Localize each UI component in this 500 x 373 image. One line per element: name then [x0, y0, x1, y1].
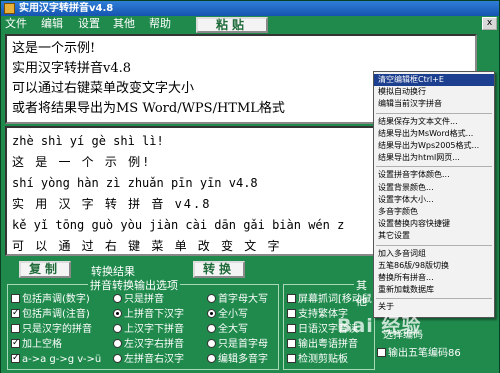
layout-label: 左汉字右拼音 — [124, 339, 184, 350]
case-option[interactable]: 编辑多音字 — [207, 353, 268, 367]
other-option[interactable]: 屏幕抓词[移动鼠 — [287, 293, 372, 307]
other-label: 检测剪贴板 — [298, 354, 348, 365]
layout-label: 只是拼音 — [124, 294, 164, 305]
context-menu-item[interactable]: 多音字颜色 — [374, 206, 494, 218]
layout-option[interactable]: 左汉字右拼音 — [113, 338, 184, 352]
convert-button[interactable]: 转换 — [193, 261, 245, 278]
pinyin-format-label: 只是汉字的拼音 — [22, 324, 92, 335]
checkbox[interactable] — [377, 348, 386, 357]
context-menu-item[interactable]: 模拟自动换行 — [374, 86, 494, 98]
other-label: 输出粤语拼音 — [298, 339, 358, 350]
menu-separator — [376, 298, 492, 300]
title-bar[interactable]: 实用汉字转拼音v4.8 — [1, 1, 499, 16]
radio-button[interactable] — [113, 324, 122, 333]
copy-button[interactable]: 复制 — [19, 261, 71, 278]
pinyin-format-label: a->a g->g v->ü — [22, 354, 102, 365]
radio-button[interactable] — [113, 294, 122, 303]
context-menu: 清空编辑框Ctrl+E 模拟自动换行 编辑当前汉字拼音 结果保存为文本文件... 结果导… — [373, 71, 495, 318]
wubi86-option[interactable]: 输出五笔编码86 — [377, 347, 461, 361]
pinyin-format-option[interactable]: 包括声调(数字) — [11, 293, 90, 307]
pinyin-format-label: 加上空格 — [22, 339, 62, 350]
case-option[interactable]: 只是首字母 — [207, 338, 268, 352]
output-options-title: 拼音转换输出选项 — [88, 277, 180, 293]
context-menu-item[interactable]: 替换所有拼音... — [374, 272, 494, 284]
radio-button[interactable] — [207, 339, 216, 348]
pinyin-format-option[interactable]: 包括声调(注音) — [11, 306, 90, 322]
other-label: 屏幕抓词[移动鼠 — [298, 294, 372, 305]
paste-button[interactable]: 粘贴 — [196, 17, 268, 33]
layout-option[interactable]: 只是拼音 — [113, 293, 164, 307]
checkbox[interactable] — [287, 339, 296, 348]
wubi86-label: 输出五笔编码86 — [388, 348, 461, 359]
context-menu-item[interactable]: 设置拼音字体颜色... — [374, 169, 494, 181]
layout-label: 左拼音右汉字 — [124, 354, 184, 365]
layout-option[interactable]: 上拼音下汉字 — [113, 308, 184, 322]
context-menu-item[interactable]: 设置替换内容快捷键 — [374, 218, 494, 230]
context-menu-item[interactable]: 设置背景颜色... — [374, 182, 494, 194]
layout-label: 上汉字下拼音 — [124, 324, 184, 335]
menu-other[interactable]: 其他 — [113, 16, 135, 31]
context-menu-item[interactable]: 结果导出为MsWord格式... — [374, 128, 494, 140]
checkbox[interactable] — [11, 336, 20, 350]
app-icon — [4, 3, 15, 14]
case-option[interactable]: 首字母大写 — [207, 293, 268, 307]
checkbox[interactable] — [287, 354, 296, 363]
menu-separator — [376, 244, 492, 246]
context-menu-item[interactable]: 重新加载数据库 — [374, 284, 494, 296]
context-menu-item[interactable]: 结果保存为文本文件... — [374, 116, 494, 128]
radio-button[interactable] — [113, 309, 122, 318]
menu-separator — [376, 166, 492, 168]
case-label: 首字母大写 — [218, 294, 268, 305]
case-option[interactable]: 全小写 — [207, 308, 248, 322]
radio-button[interactable] — [207, 294, 216, 303]
checkbox[interactable] — [11, 351, 20, 365]
menu-separator — [376, 112, 492, 114]
context-menu-item[interactable]: 编辑当前汉字拼音 — [374, 98, 494, 110]
radio-button[interactable] — [207, 309, 216, 318]
checkbox[interactable] — [287, 309, 296, 318]
window-title: 实用汉字转拼音v4.8 — [19, 3, 114, 14]
other-option[interactable]: 输出粤语拼音 — [287, 338, 358, 352]
pinyin-format-label: 包括声调(数字) — [22, 294, 90, 305]
checkbox[interactable] — [287, 294, 296, 303]
radio-button[interactable] — [113, 354, 122, 363]
menu-settings[interactable]: 设置 — [78, 16, 100, 31]
context-menu-item[interactable]: 五笔86版/98版切换 — [374, 260, 494, 272]
context-menu-item[interactable]: 结果导出为Wps2005格式... — [374, 140, 494, 152]
context-menu-item[interactable]: 加入多音词组 — [374, 248, 494, 260]
pinyin-format-option[interactable]: a->a g->g v->ü — [11, 351, 102, 367]
context-menu-item[interactable]: 结果导出为html网页... — [374, 152, 494, 164]
case-label: 编辑多音字 — [218, 354, 268, 365]
input-line: 这是一个示例! — [12, 41, 96, 56]
context-menu-item[interactable]: 清空编辑框Ctrl+E — [374, 74, 494, 86]
radio-button[interactable] — [207, 324, 216, 333]
app-window: 实用汉字转拼音v4.8 文件 编辑 设置 其他 帮助 粘贴 x 这是一个示例! … — [0, 0, 500, 373]
other-option[interactable]: 检测剪贴板 — [287, 353, 348, 367]
pinyin-format-label: 包括声调(注音) — [22, 309, 90, 320]
context-menu-item[interactable]: 设置字体大小... — [374, 194, 494, 206]
checkbox[interactable] — [11, 324, 20, 333]
radio-button[interactable] — [207, 354, 216, 363]
case-label: 全大写 — [218, 324, 248, 335]
layout-option[interactable]: 上汉字下拼音 — [113, 323, 184, 337]
pinyin-format-option[interactable]: 加上空格 — [11, 336, 62, 352]
checkbox[interactable] — [11, 306, 20, 320]
layout-label: 上拼音下汉字 — [124, 309, 184, 320]
checkbox[interactable] — [11, 294, 20, 303]
menu-file[interactable]: 文件 — [5, 16, 27, 31]
checkbox[interactable] — [287, 324, 296, 333]
watermark-text: Bai 经验 — [337, 315, 422, 337]
radio-button[interactable] — [113, 339, 122, 348]
layout-option[interactable]: 左拼音右汉字 — [113, 353, 184, 367]
close-icon[interactable]: x — [482, 17, 497, 30]
pinyin-format-option[interactable]: 只是汉字的拼音 — [11, 323, 92, 337]
context-menu-item[interactable]: 其它设置 — [374, 230, 494, 242]
menu-edit[interactable]: 编辑 — [41, 16, 63, 31]
case-option[interactable]: 全大写 — [207, 323, 248, 337]
case-label: 全小写 — [218, 309, 248, 320]
case-label: 只是首字母 — [218, 339, 268, 350]
menu-help[interactable]: 帮助 — [149, 16, 171, 31]
